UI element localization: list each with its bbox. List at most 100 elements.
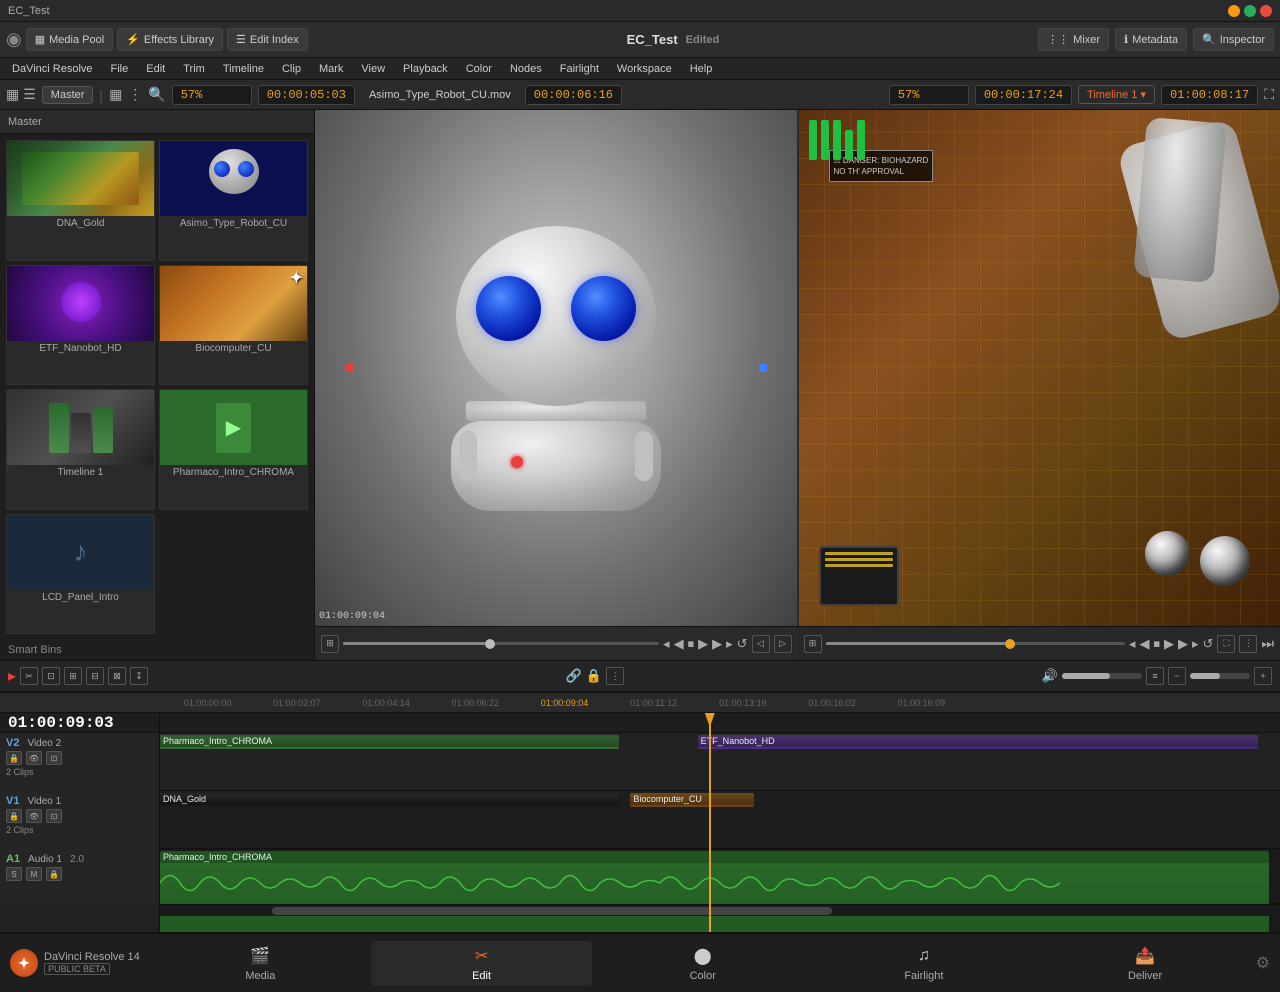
- menu-davinci[interactable]: DaVinci Resolve: [4, 61, 101, 77]
- a1-lock-btn[interactable]: 🔒: [46, 867, 62, 881]
- menu-playback[interactable]: Playback: [395, 61, 456, 77]
- source-scrub-bar[interactable]: [343, 642, 659, 645]
- sort-icon[interactable]: ▦: [109, 86, 122, 103]
- v1-lock-btn[interactable]: 🔒: [6, 809, 22, 823]
- timeline-selector[interactable]: Timeline 1 ▾: [1078, 85, 1155, 104]
- list-item[interactable]: Asimo_Type_Robot_CU: [159, 140, 308, 261]
- clip-pharmaco-v2[interactable]: Pharmaco_Intro_CHROMA: [160, 735, 619, 749]
- nav-media[interactable]: 🎬 Media: [150, 941, 371, 986]
- insert-btn[interactable]: ↧: [130, 667, 148, 685]
- v1-link-btn[interactable]: ⊡: [46, 809, 62, 823]
- prg-loop-btn[interactable]: ↺: [1202, 636, 1213, 652]
- audio-icon[interactable]: 🔊: [1042, 668, 1058, 684]
- link-icon[interactable]: 🔗: [566, 668, 582, 684]
- menu-help[interactable]: Help: [682, 61, 721, 77]
- razor-tool-btn[interactable]: ✂: [20, 667, 38, 685]
- menu-color[interactable]: Color: [458, 61, 500, 77]
- menu-fairlight[interactable]: Fairlight: [552, 61, 607, 77]
- inspector-btn[interactable]: 🔍 Inspector: [1193, 28, 1274, 51]
- prg-stop-btn[interactable]: ⏹: [1153, 636, 1160, 652]
- nav-edit[interactable]: ✂ Edit: [371, 941, 592, 986]
- v2-eye-btn[interactable]: 👁: [26, 751, 42, 765]
- source-scrub-thumb[interactable]: [485, 639, 495, 649]
- v1-eye-btn[interactable]: 👁: [26, 809, 42, 823]
- clip-biocomputer-v1[interactable]: Biocomputer_CU: [630, 793, 753, 807]
- program-scrub-bar[interactable]: [826, 642, 1125, 645]
- list-item[interactable]: ▶ Pharmaco_Intro_CHROMA: [159, 389, 308, 510]
- list-item[interactable]: ✦ Biocomputer_CU: [159, 265, 308, 386]
- menu-view[interactable]: View: [353, 61, 393, 77]
- prg-fwd-btn[interactable]: ▶: [1178, 636, 1188, 652]
- src-out-btn[interactable]: ▷: [774, 635, 792, 653]
- nav-color[interactable]: ⬤ Color: [592, 941, 813, 986]
- media-pool-btn[interactable]: ▦ Media Pool: [26, 28, 113, 51]
- prg-options-btn[interactable]: ⋮: [1239, 635, 1257, 653]
- src-next-frame-btn[interactable]: ▸: [726, 636, 733, 652]
- src-fwd-btn[interactable]: ▶: [712, 636, 722, 652]
- menu-nodes[interactable]: Nodes: [502, 61, 550, 77]
- src-in-btn[interactable]: ◁: [752, 635, 770, 653]
- clip-audio-a1[interactable]: Pharmaco_Intro_CHROMA ▼: [160, 851, 1269, 932]
- zoom-plus-btn[interactable]: +: [1254, 667, 1272, 685]
- audio-slider[interactable]: [1062, 673, 1142, 679]
- nav-fairlight[interactable]: ♫ Fairlight: [813, 941, 1034, 986]
- a1-mute-btn[interactable]: M: [26, 867, 42, 881]
- trim-tool-btn[interactable]: ⊡: [42, 667, 60, 685]
- effects-library-btn[interactable]: ⚡ Effects Library: [117, 28, 223, 51]
- menu-workspace[interactable]: Workspace: [609, 61, 680, 77]
- source-view-btn[interactable]: ⊞: [321, 635, 339, 653]
- zoom-slider[interactable]: [1190, 673, 1250, 679]
- slip-tool-btn[interactable]: ⊞: [64, 667, 82, 685]
- prg-end-btn[interactable]: ⏭: [1261, 635, 1274, 652]
- src-stop-btn[interactable]: ⏹: [688, 636, 695, 652]
- metallic-sphere-2: [1145, 531, 1190, 576]
- clip-etf-v2[interactable]: ETF_Nanobot_HD: [698, 735, 1258, 749]
- prg-view-btn[interactable]: ⊞: [804, 635, 822, 653]
- menu-timeline[interactable]: Timeline: [215, 61, 272, 77]
- menu-mark[interactable]: Mark: [311, 61, 351, 77]
- menu-file[interactable]: File: [103, 61, 137, 77]
- timeline-scrollbar[interactable]: [160, 904, 1280, 916]
- metadata-btn[interactable]: ℹ Metadata: [1115, 28, 1187, 51]
- prg-next-frame-btn[interactable]: ▸: [1192, 636, 1199, 652]
- view-options-icon[interactable]: ⋮: [128, 86, 142, 103]
- zoom-minus-btn[interactable]: −: [1168, 667, 1186, 685]
- timeline-scroll-thumb[interactable]: [272, 907, 832, 915]
- minimize-btn[interactable]: [1228, 5, 1240, 17]
- select-tool-btn[interactable]: ▸: [8, 666, 16, 686]
- close-btn[interactable]: [1260, 5, 1272, 17]
- prg-fullscreen-btn[interactable]: ⛶: [1217, 635, 1235, 653]
- prg-rewind-btn[interactable]: ◀: [1139, 636, 1149, 652]
- search-icon[interactable]: 🔍: [148, 86, 165, 103]
- prg-prev-frame-btn[interactable]: ◂: [1129, 636, 1136, 652]
- fullscreen-icon[interactable]: ⛶: [1264, 86, 1274, 103]
- snap-btn[interactable]: ⋮: [606, 667, 624, 685]
- nav-deliver[interactable]: 📤 Deliver: [1034, 941, 1255, 986]
- lock-icon[interactable]: 🔒: [586, 668, 602, 684]
- edit-index-btn[interactable]: ☰ Edit Index: [227, 28, 308, 51]
- menu-clip[interactable]: Clip: [274, 61, 309, 77]
- list-item[interactable]: Timeline 1: [6, 389, 155, 510]
- list-item[interactable]: ♪ LCD_Panel_Intro: [6, 514, 155, 635]
- menu-edit[interactable]: Edit: [138, 61, 173, 77]
- menu-trim[interactable]: Trim: [175, 61, 213, 77]
- clip-dna-v1[interactable]: DNA_Gold: [160, 793, 619, 807]
- slide-tool-btn[interactable]: ⊟: [86, 667, 104, 685]
- list-item[interactable]: DNA_Gold: [6, 140, 155, 261]
- maximize-btn[interactable]: [1244, 5, 1256, 17]
- src-play-btn[interactable]: ▶: [698, 636, 708, 652]
- settings-icon[interactable]: ⚙: [1256, 953, 1270, 973]
- list-item[interactable]: ETF_Nanobot_HD: [6, 265, 155, 386]
- program-scrub-thumb[interactable]: [1005, 639, 1015, 649]
- audio-options-btn[interactable]: ≡: [1146, 667, 1164, 685]
- prg-play-btn[interactable]: ▶: [1164, 636, 1174, 652]
- mixer-btn[interactable]: ⋮⋮ Mixer: [1038, 28, 1109, 51]
- timeline-controls: ▸ ✂ ⊡ ⊞ ⊟ ⊠ ↧ 🔗 🔒 ⋮ 🔊 ≡ − +: [0, 660, 1280, 692]
- v2-lock-btn[interactable]: 🔒: [6, 751, 22, 765]
- dynamic-trim-btn[interactable]: ⊠: [108, 667, 126, 685]
- src-rewind-btn[interactable]: ◀: [674, 636, 684, 652]
- v2-link-btn[interactable]: ⊡: [46, 751, 62, 765]
- src-loop-btn[interactable]: ↺: [737, 636, 748, 652]
- a1-solo-btn[interactable]: S: [6, 867, 22, 881]
- src-prev-frame-btn[interactable]: ◂: [663, 636, 670, 652]
